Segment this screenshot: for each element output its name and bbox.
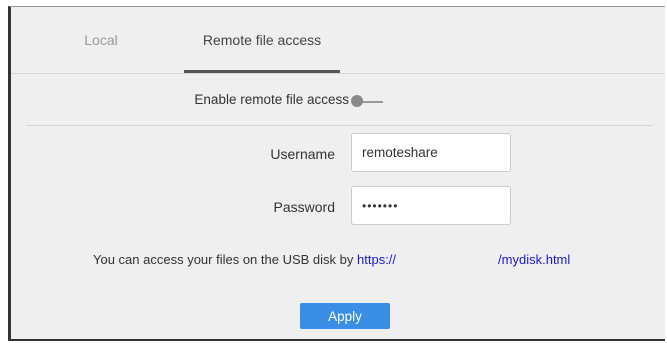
password-field[interactable] <box>351 186 511 225</box>
tab-local[interactable]: Local <box>61 7 141 73</box>
tabs-divider <box>11 73 665 74</box>
password-label: Password <box>273 199 335 215</box>
access-url-link-start[interactable]: https:// <box>357 252 396 267</box>
enable-remote-access-toggle[interactable] <box>351 95 383 109</box>
apply-button[interactable]: Apply <box>300 303 390 329</box>
settings-panel: Local Remote file access Enable remote f… <box>8 6 665 341</box>
section-divider <box>26 125 653 126</box>
tab-remote-file-access[interactable]: Remote file access <box>184 7 340 73</box>
access-info-prefix: You can access your files on the USB dis… <box>93 252 354 267</box>
username-label: Username <box>270 146 335 162</box>
enable-remote-access-label: Enable remote file access <box>194 92 349 107</box>
access-url-link-end[interactable]: /mydisk.html <box>498 252 570 267</box>
enable-remote-access-row: Enable remote file access <box>11 89 665 113</box>
tab-bar: Local Remote file access <box>11 7 665 73</box>
username-field[interactable] <box>351 133 511 172</box>
toggle-knob <box>351 95 363 107</box>
access-info-text: You can access your files on the USB dis… <box>93 252 653 270</box>
